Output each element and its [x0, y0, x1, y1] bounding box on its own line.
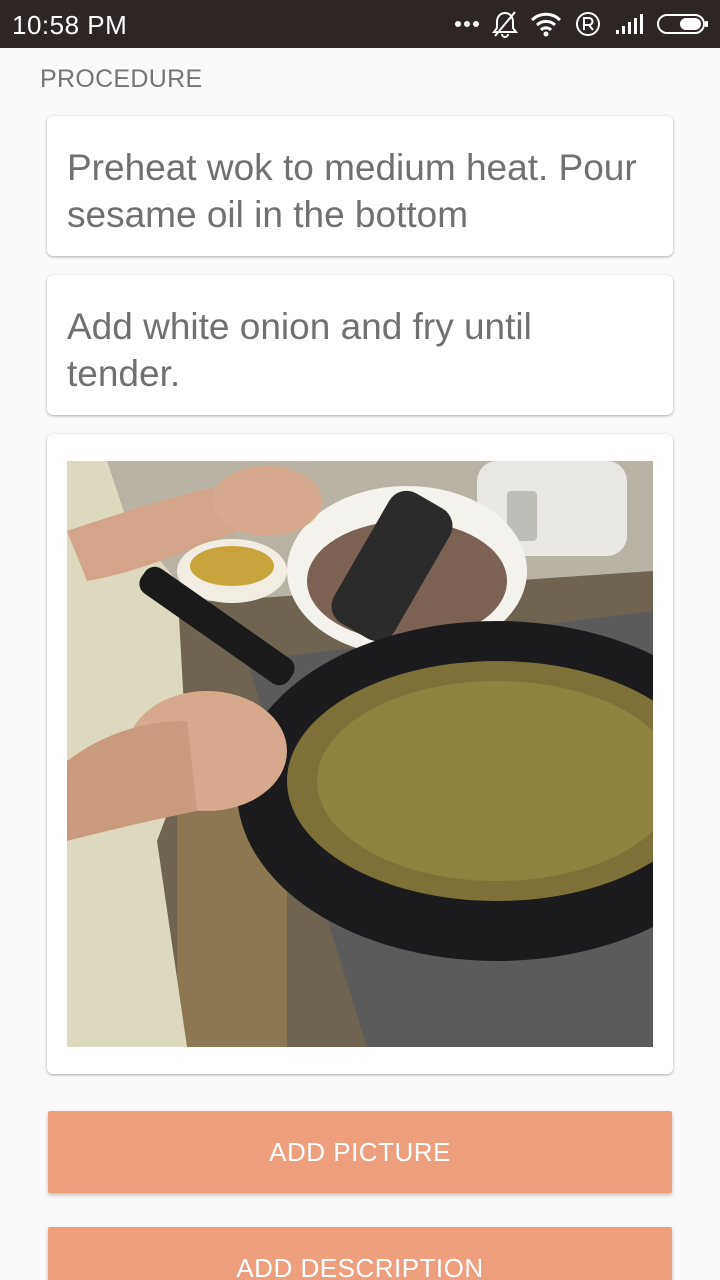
step-card-1[interactable]: Preheat wok to medium heat. Pour sesame …	[47, 116, 673, 256]
step-text[interactable]: Preheat wok to medium heat. Pour sesame …	[47, 116, 673, 238]
cooking-photo-illustration	[67, 461, 653, 1047]
step-image-card[interactable]	[47, 434, 673, 1074]
add-description-button[interactable]: ADD DESCRIPTION	[48, 1227, 672, 1280]
registered-icon	[574, 10, 602, 38]
status-bar: 10:58 PM	[0, 0, 720, 48]
signal-icon	[614, 12, 644, 36]
silent-bell-icon	[492, 10, 518, 38]
status-icons	[454, 9, 710, 39]
wifi-icon	[530, 11, 562, 37]
step-text[interactable]: Add white onion and fry until tender.	[47, 275, 673, 397]
step-card-2[interactable]: Add white onion and fry until tender.	[47, 275, 673, 415]
section-label-procedure: PROCEDURE	[40, 65, 203, 93]
cooking-photo	[67, 461, 653, 1047]
add-picture-button[interactable]: ADD PICTURE	[48, 1111, 672, 1193]
battery-icon	[656, 12, 710, 36]
more-dots-icon	[454, 20, 480, 28]
status-time: 10:58 PM	[12, 10, 128, 40]
